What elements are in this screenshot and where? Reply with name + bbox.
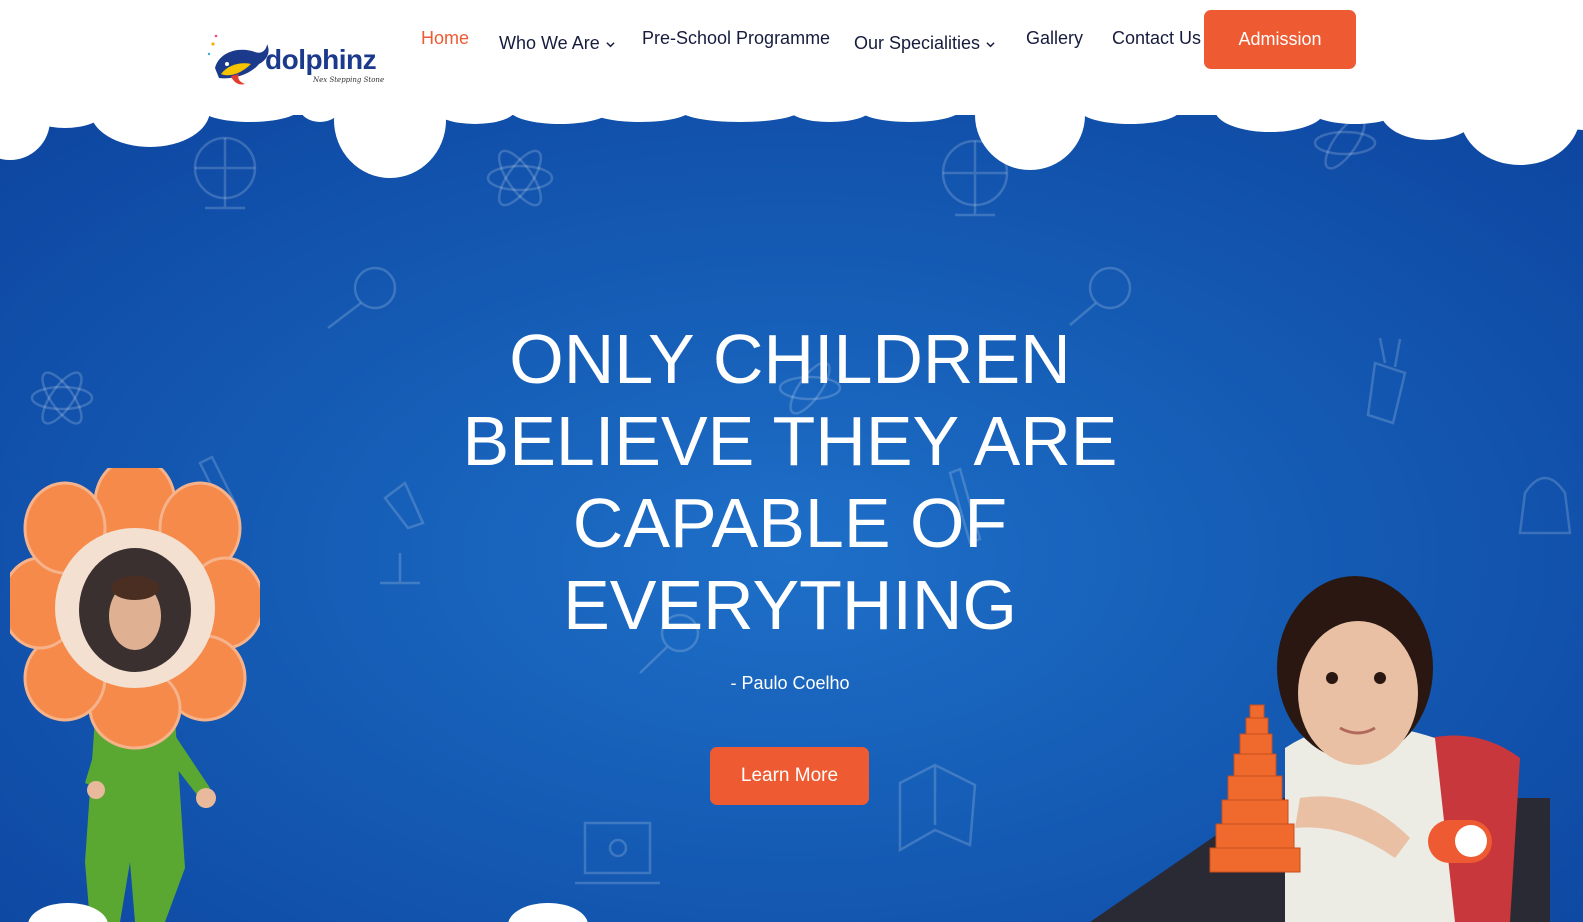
brand-tagline: Nex Stepping Stone <box>313 76 385 84</box>
brand-name: dolphinz <box>265 44 377 75</box>
quote-author: - Paulo Coelho <box>730 673 850 693</box>
bottom-cloud-edge <box>28 903 588 922</box>
toggle-knob <box>1455 825 1487 857</box>
hero-quote-line-2: BELIEVE THEY ARE <box>462 402 1118 480</box>
admission-button[interactable]: Admission <box>1204 10 1356 69</box>
hero-quote: ONLY CHILDREN BELIEVE THEY ARE CAPABLE O… <box>440 318 1140 646</box>
hero-quote-line-3: CAPABLE OF <box>572 484 1008 562</box>
child-with-pink-tower-image <box>1090 576 1550 922</box>
hero-quote-line-1: ONLY CHILDREN <box>509 320 1071 398</box>
nav-gallery[interactable]: Gallery <box>1026 28 1083 49</box>
child-flower-costume-image <box>10 468 260 922</box>
hero-banner: ONLY CHILDREN BELIEVE THEY ARE CAPABLE O… <box>0 113 1583 922</box>
nav-contact-us[interactable]: Contact Us <box>1112 28 1201 49</box>
nav-our-specialities[interactable]: Our Specialities <box>854 33 995 54</box>
learn-more-button[interactable]: Learn More <box>710 747 869 805</box>
chevron-down-icon <box>986 41 995 48</box>
nav-preschool-programme[interactable]: Pre-School Programme <box>642 28 830 49</box>
nav-our-specialities-label: Our Specialities <box>854 33 981 53</box>
hero-quote-line-4: EVERYTHING <box>563 566 1017 644</box>
brand-logo[interactable]: dolphinz Nex Stepping Stone <box>205 30 384 94</box>
nav-home[interactable]: Home <box>421 28 469 49</box>
site-header: dolphinz Nex Stepping Stone Home Who We … <box>0 0 1583 115</box>
toggle-switch[interactable] <box>1428 820 1492 863</box>
chevron-down-icon <box>606 41 615 48</box>
nav-who-we-are[interactable]: Who We Are <box>499 33 615 54</box>
nav-who-we-are-label: Who We Are <box>499 33 600 53</box>
